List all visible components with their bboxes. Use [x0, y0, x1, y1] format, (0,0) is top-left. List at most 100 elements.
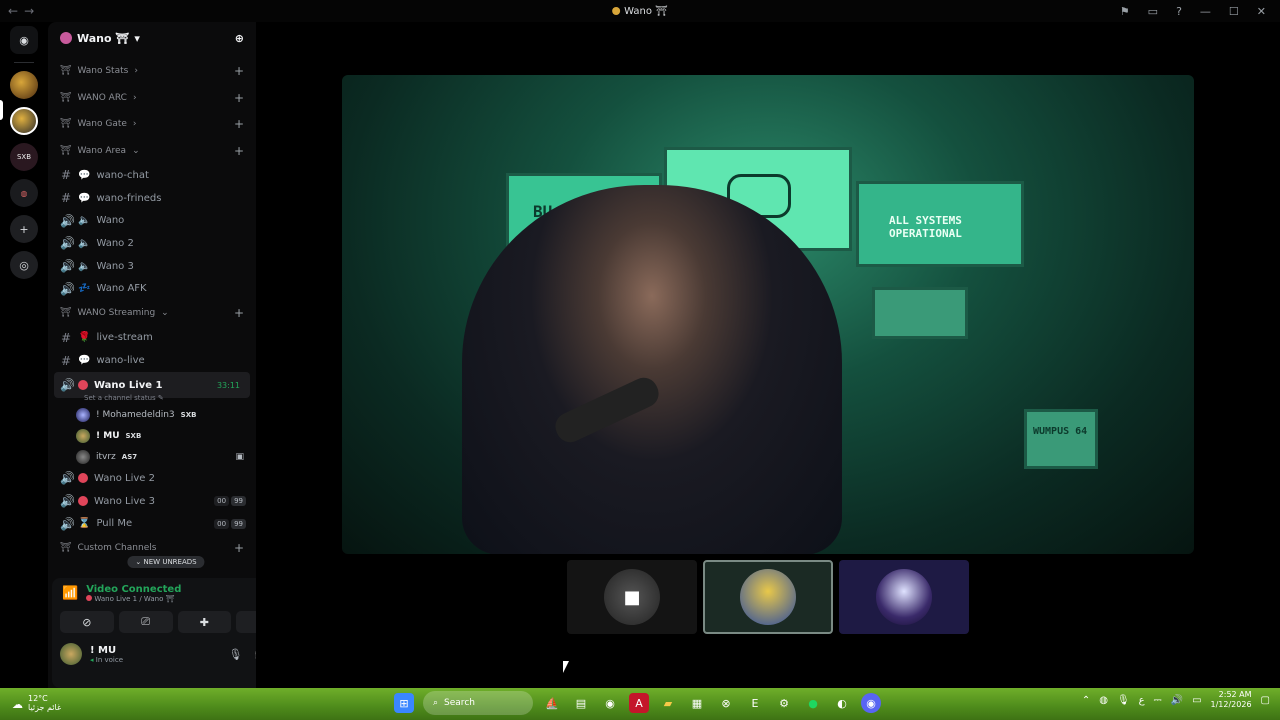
create-channel-icon[interactable]: + — [234, 306, 244, 320]
main-video-feed[interactable]: BU ALL SYSTEMS OPERATIONAL WUMPUS 64 — [342, 75, 1194, 554]
weather-icon: ☁ — [12, 697, 23, 711]
xbox-icon[interactable]: ⊗ — [716, 693, 736, 713]
avatar[interactable] — [60, 643, 82, 665]
channel-pull-me[interactable]: 🔊 ⌛ Pull Me 00 99 — [48, 512, 256, 535]
camera-off-icon: ⊘ — [82, 615, 92, 629]
file-explorer-icon[interactable]: ▰ — [658, 693, 678, 713]
close-button[interactable]: ✕ — [1257, 5, 1266, 18]
channel-wano[interactable]: 🔊 🔈 Wano — [48, 209, 256, 232]
activities-button[interactable]: ✚ — [177, 611, 232, 633]
signal-strength-icon[interactable]: 📶 — [62, 586, 78, 601]
volume-icon[interactable]: 🔊 — [1171, 695, 1183, 706]
create-channel-icon[interactable]: + — [234, 541, 244, 555]
channel-wano-frineds[interactable]: # 💬 wano-frineds — [48, 187, 256, 210]
camera-toggle-button[interactable]: ⊘ — [60, 611, 114, 633]
channel-live-stream[interactable]: # 🌹 live-stream — [48, 327, 256, 350]
speech-bubble-icon: 💬 — [78, 355, 91, 367]
maximize-button[interactable]: ☐ — [1229, 5, 1239, 18]
forward-arrow-icon[interactable]: → — [24, 4, 34, 18]
help-icon[interactable]: ? — [1176, 5, 1182, 18]
obs-icon[interactable]: ◉ — [600, 693, 620, 713]
battery-icon[interactable]: ▭ — [1192, 695, 1201, 706]
channel-wano-live[interactable]: # 💬 wano-live — [48, 349, 256, 372]
sleep-icon: 💤 — [78, 283, 91, 295]
adobe-icon[interactable]: A — [629, 693, 649, 713]
inbox-icon[interactable]: ▭ — [1148, 5, 1158, 18]
channel-wano-2[interactable]: 🔊 🔈 Wano 2 — [48, 232, 256, 255]
participant-tile[interactable]: ■ — [567, 560, 697, 634]
back-arrow-icon[interactable]: ← — [8, 4, 18, 18]
participant-tile[interactable] — [703, 560, 833, 634]
channel-wano-afk[interactable]: 🔊 💤 Wano AFK — [48, 277, 256, 300]
task-view-icon[interactable]: ▤ — [571, 693, 591, 713]
voice-member[interactable]: itvrz AS7 ▣ — [48, 446, 256, 467]
category-label: Wano Stats — [77, 66, 129, 77]
user-name[interactable]: ! MU — [90, 645, 123, 656]
voice-member[interactable]: ! MU SXB — [48, 425, 256, 446]
channel-wano-chat[interactable]: # 💬 wano-chat — [48, 164, 256, 187]
category-label: Wano Area — [77, 145, 127, 156]
category-wano-streaming[interactable]: ⛩ WANO Streaming ⌄ + — [48, 300, 256, 327]
chevron-up-icon[interactable]: ⌃ — [1082, 695, 1090, 706]
screen-share-button[interactable]: ⎚ — [118, 611, 173, 633]
category-wano-arc[interactable]: ⛩ WANO ARC › + — [48, 85, 256, 112]
discover-icon[interactable]: ◎ — [10, 251, 38, 279]
participant-tile[interactable] — [839, 560, 969, 634]
server-icon-sxb[interactable]: SXB — [10, 143, 38, 171]
voice-member[interactable]: ! Mohamedeldin3 SXB — [48, 404, 256, 425]
app-icon[interactable]: ⛵ — [542, 693, 562, 713]
server-icon-wano-selected[interactable] — [10, 107, 38, 135]
chevron-right-icon: › — [132, 92, 137, 103]
channel-wano-live-3[interactable]: 🔊 Wano Live 3 00 99 — [48, 490, 256, 513]
create-channel-icon[interactable]: + — [234, 117, 244, 131]
minimize-button[interactable]: — — [1200, 5, 1211, 18]
category-wano-area[interactable]: ⛩ Wano Area ⌄ + — [48, 138, 256, 165]
edge-icon[interactable]: ◐ — [832, 693, 852, 713]
channel-wano-3[interactable]: 🔊 🔈 Wano 3 — [48, 255, 256, 278]
clock-date: 1/12/2026 — [1210, 700, 1252, 710]
guild-name[interactable]: Wano ⛩ ▾ — [60, 32, 140, 45]
start-menu-icon[interactable]: ⊞ — [394, 693, 414, 713]
microphone-icon[interactable]: 🎙 — [228, 648, 242, 661]
notifications-icon[interactable]: ▢ — [1261, 695, 1270, 706]
steam-icon[interactable]: ⚙ — [774, 693, 794, 713]
discord-home-icon[interactable]: ◉ — [10, 26, 38, 54]
add-server-icon[interactable]: + — [10, 215, 38, 243]
speech-bubble-icon: 💬 — [78, 192, 91, 204]
server-icon-wano[interactable] — [10, 71, 38, 99]
network-icon[interactable]: ⎓ — [1154, 695, 1162, 706]
discord-icon[interactable]: ◉ — [861, 693, 881, 713]
epic-games-icon[interactable]: E — [745, 693, 765, 713]
invite-people-icon[interactable]: ⊕ — [235, 32, 244, 45]
create-channel-icon[interactable]: + — [234, 64, 244, 78]
category-wano-gate[interactable]: ⛩ Wano Gate › + — [48, 111, 256, 138]
search-box[interactable]: ⌕ Search — [423, 691, 533, 715]
clock[interactable]: 2:52 AM 1/12/2026 — [1211, 690, 1252, 711]
inbox-flag-icon[interactable]: ⚑ — [1120, 5, 1130, 18]
weather-widget[interactable]: ☁ 12°C غائم جزئيا — [0, 694, 61, 713]
voice-channel-path[interactable]: Wano Live 1 / Wano ⛩ — [86, 595, 181, 603]
microphone-icon[interactable]: 🎙 — [1117, 695, 1130, 706]
tray-app-icon[interactable]: ◍ — [1099, 695, 1108, 706]
voice-status-title[interactable]: Video Connected — [86, 584, 181, 595]
create-channel-icon[interactable]: + — [234, 144, 244, 158]
channel-wano-live-2[interactable]: 🔊 Wano Live 2 — [48, 467, 256, 490]
guild-header[interactable]: Wano ⛩ ▾ ⊕ — [48, 22, 256, 54]
server-folder-icon[interactable]: ◍ — [10, 179, 38, 207]
spotify-icon[interactable]: ● — [803, 693, 823, 713]
category-label: WANO Streaming — [77, 308, 156, 319]
text-channel-icon: # — [60, 191, 72, 206]
new-unreads-label: NEW UNREADS — [143, 558, 197, 566]
channel-label: Wano Live 3 — [94, 495, 155, 507]
store-icon[interactable]: ▦ — [687, 693, 707, 713]
channel-list: ⛩ Wano Stats › + ⛩ WANO ARC › + ⛩ Wano Gate › … — [48, 58, 256, 562]
server-rail: ◉ SXB ◍ + ◎ — [0, 22, 48, 688]
language-icon[interactable]: ع — [1139, 695, 1145, 706]
create-channel-icon[interactable]: + — [234, 91, 244, 105]
new-unreads-pill[interactable]: ⌄ NEW UNREADS — [127, 556, 205, 568]
rose-icon: 🌹 — [78, 332, 91, 344]
category-wano-stats[interactable]: ⛩ Wano Stats › + — [48, 58, 256, 85]
user-status-text: In voice — [95, 655, 124, 664]
clock-time: 2:52 AM — [1218, 690, 1252, 699]
channel-status-setter[interactable]: Set a channel status ✎ — [48, 394, 256, 404]
